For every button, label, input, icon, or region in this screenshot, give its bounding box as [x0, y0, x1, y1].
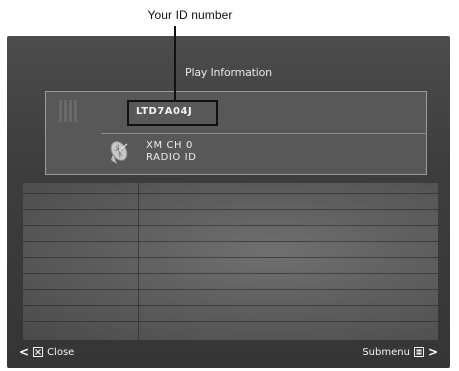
- callout-line: [174, 26, 176, 101]
- grid-line: [23, 305, 438, 306]
- callout-label: Your ID number: [147, 8, 233, 22]
- close-button-icon: [33, 347, 44, 357]
- satellite-dish-icon: [110, 141, 128, 164]
- visualization-area: [23, 183, 438, 340]
- grid-line: [23, 225, 438, 226]
- grid-line: [23, 193, 438, 194]
- close-button[interactable]: < Close: [19, 345, 74, 359]
- info-panel: LTD7A04J XM CH 0 RADIO ID: [45, 91, 427, 175]
- radio-id-label: RADIO ID: [146, 152, 197, 163]
- channel-text: XM CH 0: [146, 140, 193, 151]
- grid-line: [23, 273, 438, 274]
- submenu-button-icon: [413, 347, 424, 357]
- grid-line: [23, 321, 438, 322]
- grid-line: [23, 209, 438, 210]
- radio-id-value: LTD7A04J: [136, 106, 193, 117]
- submenu-button[interactable]: Submenu >: [362, 345, 438, 359]
- footer-bar: < Close Submenu >: [7, 342, 450, 366]
- submenu-label: Submenu: [362, 346, 410, 358]
- screen-title: Play Information: [185, 66, 272, 79]
- chevron-right-icon: >: [427, 345, 438, 359]
- device-screen: Play Information LTD7A04J XM CH 0 RADIO …: [7, 36, 450, 368]
- chevron-left-icon: <: [19, 345, 30, 359]
- grid-line: [138, 183, 139, 340]
- grid-line: [23, 257, 438, 258]
- signal-strength-icon: [59, 100, 77, 122]
- close-label: Close: [47, 346, 75, 358]
- grid-line: [23, 241, 438, 242]
- figure: Your ID number Play Information LTD7A04J…: [0, 0, 459, 371]
- panel-divider: [101, 133, 427, 134]
- grid-line: [23, 289, 438, 290]
